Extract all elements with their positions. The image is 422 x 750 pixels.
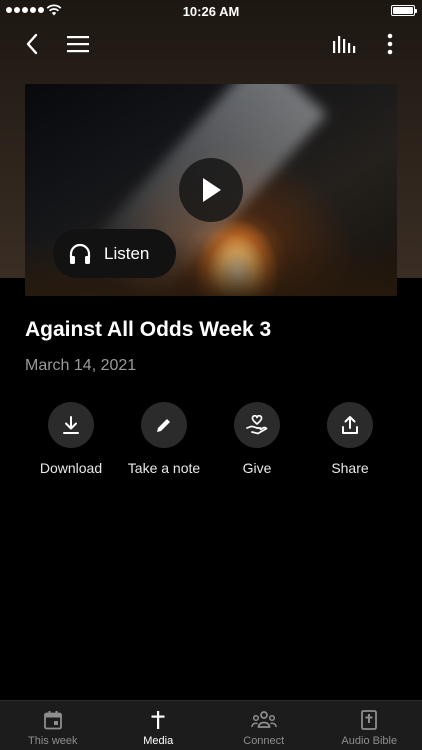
listen-label: Listen (104, 243, 150, 263)
bible-icon (361, 710, 378, 730)
tab-connect[interactable]: Connect (211, 701, 317, 750)
download-icon (63, 416, 79, 434)
back-button[interactable] (16, 28, 48, 60)
more-options-button[interactable] (374, 28, 406, 60)
play-button[interactable] (179, 158, 243, 222)
take-note-label: Take a note (127, 460, 201, 476)
tab-connect-label: Connect (243, 735, 285, 747)
audio-bars-icon (333, 36, 356, 53)
people-icon (251, 711, 277, 728)
audio-levels-button[interactable] (328, 28, 360, 60)
headphones-icon (69, 243, 91, 264)
download-circle[interactable] (48, 402, 94, 448)
take-note-circle[interactable] (141, 402, 187, 448)
tab-audio-bible-label: Audio Bible (341, 735, 398, 747)
play-icon (203, 178, 221, 202)
calendar-icon (43, 711, 62, 730)
sermon-date: March 14, 2021 (25, 357, 137, 374)
share-circle[interactable] (327, 402, 373, 448)
hamburger-icon (67, 36, 89, 53)
tab-media-label: Media (143, 735, 174, 747)
listen-button[interactable]: Listen (53, 229, 176, 278)
pencil-icon (157, 419, 170, 432)
cross-icon (151, 711, 165, 729)
tab-audio-bible[interactable]: Audio Bible (317, 701, 422, 750)
heart-hand-icon (246, 415, 268, 435)
status-bar: 10:26 AM (0, 0, 422, 22)
menu-button[interactable] (62, 28, 94, 60)
tab-media[interactable]: Media (106, 701, 212, 750)
tab-bar: This week Media Connect Audio Bible (0, 700, 422, 750)
status-time: 10:26 AM (182, 4, 240, 19)
give-circle[interactable] (234, 402, 280, 448)
download-label: Download (39, 460, 103, 476)
give-button[interactable]: Give (207, 402, 307, 476)
tab-this-week[interactable]: This week (0, 701, 106, 750)
give-label: Give (242, 460, 272, 476)
share-button[interactable]: Share (300, 402, 400, 476)
take-note-button[interactable]: Take a note (114, 402, 214, 476)
download-button[interactable]: Download (21, 402, 121, 476)
tab-this-week-label: This week (27, 735, 78, 747)
share-icon (342, 416, 358, 434)
more-vertical-icon (387, 33, 393, 55)
share-label: Share (331, 460, 369, 476)
battery-icon (391, 5, 417, 16)
sermon-title: Against All Odds Week 3 (25, 318, 272, 341)
chevron-left-icon (26, 33, 38, 55)
